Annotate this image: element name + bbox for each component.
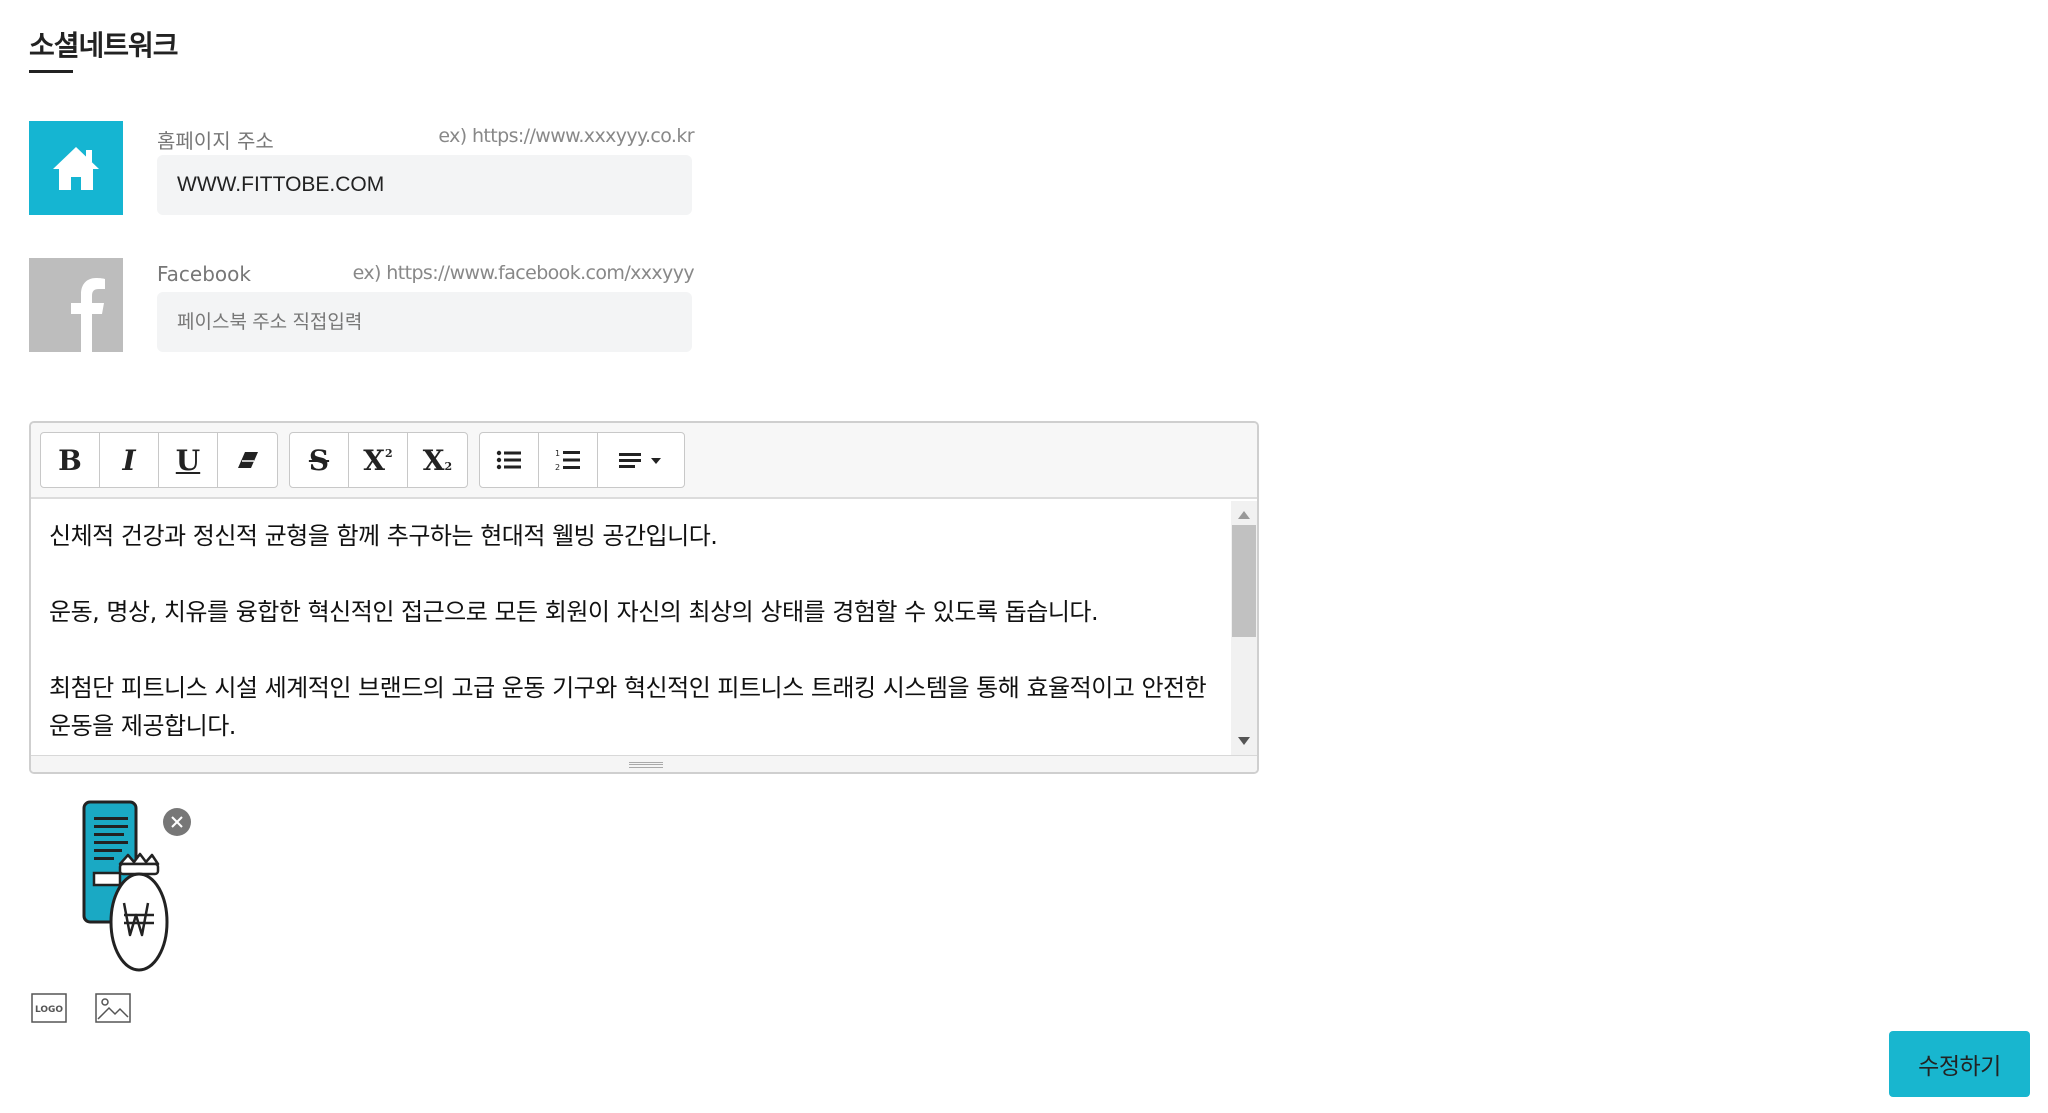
list-ul-icon — [496, 450, 521, 470]
script-group: S X2 X2 — [289, 432, 468, 488]
bold-button[interactable]: B — [41, 433, 100, 487]
underline-label: U — [175, 443, 201, 477]
scroll-down-arrow-icon[interactable] — [1238, 737, 1250, 745]
list-ol-icon: 1 2 — [555, 449, 580, 472]
superscript-button[interactable]: X2 — [349, 433, 408, 487]
ordered-list-button[interactable]: 1 2 — [539, 433, 598, 487]
align-dropdown-button[interactable] — [598, 433, 684, 487]
font-style-group: B I U — [40, 432, 278, 488]
editor-resize-handle[interactable] — [31, 755, 1257, 772]
rich-text-editor: B I U S X2 X2 1 2 신체적 건강과 정신적 균형을 함께 추구하… — [29, 421, 1259, 774]
home-icon — [29, 121, 123, 215]
section-title: 소셜네트워크 — [29, 29, 179, 62]
superscript-label: X — [363, 443, 386, 477]
facebook-input[interactable] — [157, 292, 692, 352]
document-money-bag-icon — [82, 800, 169, 972]
facebook-icon-svg — [71, 278, 105, 352]
close-icon — [171, 816, 183, 828]
editor-paragraph: 신체적 건강과 정신적 균형을 함께 추구하는 현대적 웰빙 공간입니다. — [49, 522, 718, 550]
submit-button[interactable]: 수정하기 — [1889, 1031, 2030, 1097]
eraser-icon — [237, 452, 258, 468]
editor-paragraph: 최첨단 피트니스 시설 세계적인 브랜드의 고급 운동 기구와 혁신적인 피트니… — [49, 674, 1207, 740]
editor-toolbar: B I U S X2 X2 1 2 — [31, 423, 1257, 499]
svg-text:2: 2 — [555, 463, 560, 472]
italic-button[interactable]: I — [100, 433, 159, 487]
strikethrough-button[interactable]: S — [290, 433, 349, 487]
editor-content[interactable]: 신체적 건강과 정신적 균형을 함께 추구하는 현대적 웰빙 공간입니다. 운동… — [31, 501, 1231, 755]
logo-icon: LOGO — [31, 993, 67, 1023]
svg-text:1: 1 — [555, 449, 560, 458]
facebook-icon — [29, 258, 123, 352]
subscript-label: X — [422, 443, 445, 477]
facebook-example: ex) https://www.facebook.com/xxxyyy — [352, 262, 695, 284]
remove-attachment-button[interactable] — [163, 808, 191, 836]
grip-icon — [629, 762, 663, 768]
scroll-up-arrow-icon[interactable] — [1238, 511, 1250, 519]
homepage-input[interactable] — [157, 155, 692, 215]
subscript-button[interactable]: X2 — [408, 433, 467, 487]
clear-format-button[interactable] — [218, 433, 277, 487]
logo-text: LOGO — [35, 1005, 63, 1015]
strikethrough-label: S — [308, 443, 330, 477]
title-underline — [29, 70, 73, 73]
align-left-icon — [619, 453, 661, 468]
scroll-thumb[interactable] — [1232, 525, 1256, 637]
italic-label: I — [122, 443, 136, 477]
facebook-row: Facebook ex) https://www.facebook.com/xx… — [29, 258, 695, 354]
homepage-example: ex) https://www.xxxyyy.co.kr — [438, 125, 694, 147]
homepage-row: 홈페이지 주소 ex) https://www.xxxyyy.co.kr — [29, 121, 695, 217]
unordered-list-button[interactable] — [480, 433, 539, 487]
paragraph-group: 1 2 — [479, 432, 685, 488]
image-upload-button[interactable] — [95, 993, 131, 1023]
underline-button[interactable]: U — [159, 433, 218, 487]
logo-upload-button[interactable]: LOGO — [31, 993, 67, 1023]
bold-label: B — [58, 443, 82, 477]
editor-scrollbar[interactable] — [1231, 501, 1257, 755]
editor-paragraph: 운동, 명상, 치유를 융합한 혁신적인 접근으로 모든 회원이 자신의 최상의… — [49, 598, 1099, 626]
homepage-label: 홈페이지 주소 — [157, 129, 274, 153]
image-icon — [95, 993, 131, 1023]
facebook-label: Facebook — [157, 262, 251, 286]
home-icon-svg — [53, 147, 99, 190]
